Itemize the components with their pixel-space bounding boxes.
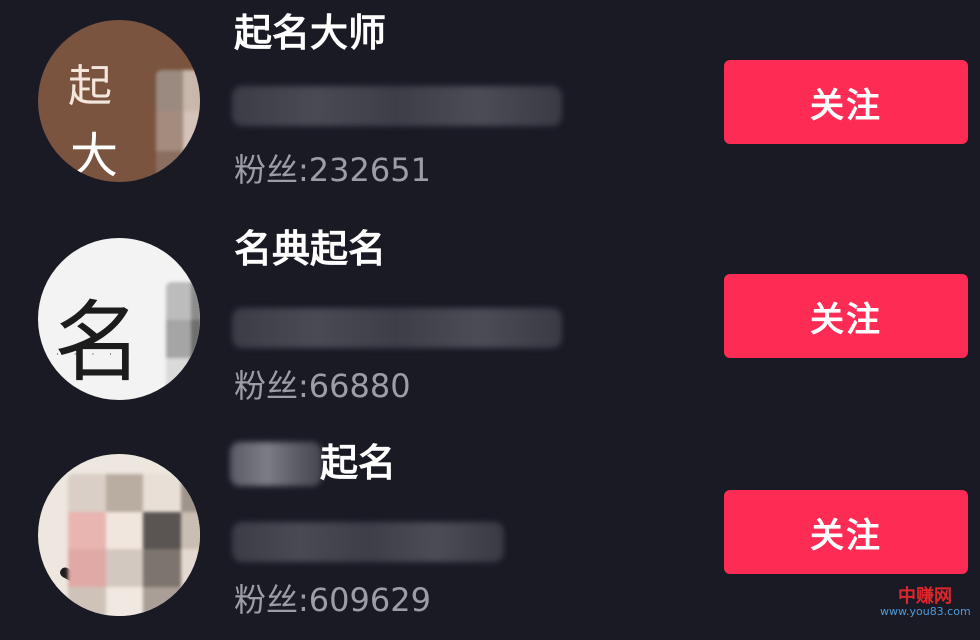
pixelated-mosaic (166, 282, 200, 396)
account-row: 名 · · · · · 名典起名 粉丝:66880 关注 (0, 216, 980, 426)
avatar[interactable]: 起 大 (38, 20, 200, 182)
account-name[interactable]: 起名 (234, 440, 396, 486)
follow-button[interactable]: 关注 (724, 274, 968, 358)
avatar-glyph: 起 (68, 61, 112, 112)
pixelated-mosaic (68, 474, 200, 616)
avatar[interactable] (38, 454, 200, 616)
fans-count: 粉丝:232651 (234, 151, 431, 189)
id-obscured (232, 86, 562, 126)
pixelated-mosaic (156, 70, 200, 182)
avatar-glyph: 名 (54, 291, 143, 394)
avatar-glyph: 大 (70, 128, 119, 182)
account-name-visible: 起名 (320, 441, 397, 485)
avatar-pattern: · · · · · (56, 350, 136, 360)
account-row: 起 大 起名大师 粉丝:232651 关注 (0, 0, 980, 210)
id-obscured (232, 522, 504, 562)
follow-button[interactable]: 关注 (724, 490, 968, 574)
fans-count: 粉丝:66880 (234, 367, 411, 405)
watermark-logo: 中赚网 www.you83.com (880, 585, 971, 619)
recommended-account-list: 起 大 起名大师 粉丝:232651 关注 名 · · · · · 名典起名 粉… (0, 0, 980, 626)
account-row: 起名 粉丝:609629 关注 (0, 430, 980, 640)
follow-button[interactable]: 关注 (724, 60, 968, 144)
watermark-title: 中赚网 (898, 585, 952, 607)
account-name[interactable]: 起名大师 (234, 10, 386, 56)
account-name[interactable]: 名典起名 (234, 226, 386, 272)
watermark-url: www.you83.com (880, 605, 971, 619)
avatar[interactable]: 名 · · · · · (38, 238, 200, 400)
fans-count: 粉丝:609629 (234, 581, 431, 619)
id-obscured (232, 308, 562, 348)
